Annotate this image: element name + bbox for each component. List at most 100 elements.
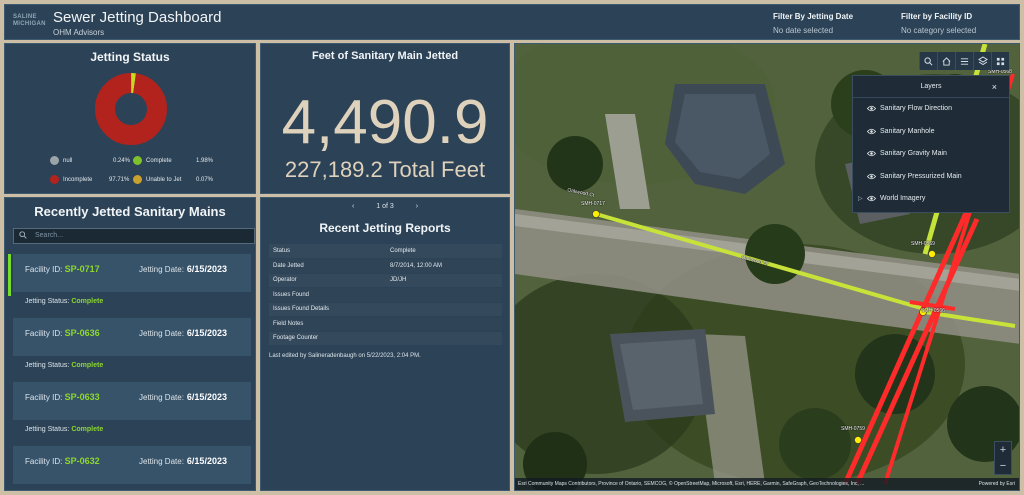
search-placeholder: Search... (35, 232, 64, 239)
legend-item-complete[interactable]: Complete 1.98% (133, 156, 223, 165)
filter-label: Filter By Jetting Date (773, 12, 854, 21)
eye-icon[interactable] (867, 105, 876, 112)
eye-icon[interactable] (867, 150, 876, 157)
facility-id-value: SP-0632 (64, 456, 100, 466)
expand-triangle-icon[interactable]: ▷ (858, 195, 863, 202)
jetting-status-field: Jetting Status: Complete (13, 484, 251, 491)
grid-icon (996, 57, 1005, 65)
facility-id-field: Facility ID: SP-0633 (25, 392, 100, 402)
facility-id-value: SP-0636 (64, 328, 100, 338)
layer-item[interactable]: Sanitary Flow Direction (853, 98, 1009, 121)
list-item[interactable]: Facility ID: SP-0717 Jetting Date: 6/15/20… (8, 254, 251, 312)
legend-item-null[interactable]: null 0.24% (50, 156, 130, 165)
jetting-status-label: Jetting Status: (25, 490, 69, 491)
report-field-value (386, 316, 502, 332)
map-attribution: Esri Community Maps Contributors, Provin… (515, 478, 1019, 490)
legend-pct: 97.71% (109, 177, 130, 183)
attribution-text: Esri Community Maps Contributors, Provin… (518, 481, 865, 487)
report-field-name: Field Notes (269, 316, 386, 332)
pager-next-button[interactable]: › (416, 203, 418, 210)
manhole-marker[interactable] (854, 436, 862, 444)
layers-title: Layers (853, 76, 1009, 98)
layer-item[interactable]: ▷ World Imagery (853, 188, 1009, 211)
legend-label: Unable to Jet (146, 177, 182, 184)
eye-icon[interactable] (867, 173, 876, 180)
powered-by-link[interactable]: Powered by Esri (979, 481, 1015, 487)
report-field-value (386, 287, 502, 303)
map-panel[interactable]: SMH-0717 SMH-0569 SMH-0566 SMH-0759 SMH-… (514, 43, 1020, 491)
search-tool-button[interactable] (919, 52, 937, 70)
manhole-marker[interactable] (928, 250, 936, 258)
jetting-status-value: Complete (71, 426, 104, 433)
panel-title: Jetting Status (90, 50, 170, 64)
jetting-status-field: Jetting Status: Complete (13, 420, 251, 440)
manhole-marker[interactable] (592, 210, 600, 218)
filter-value[interactable]: No date selected (773, 26, 853, 35)
report-field-value (386, 302, 502, 317)
filter-facility-id[interactable]: Filter by Facility ID No category select… (901, 12, 976, 35)
list-item[interactable]: Facility ID: SP-0633 Jetting Date: 6/15/20… (13, 382, 251, 440)
legend-item-unable-to-jet[interactable]: Unable to Jet 0.07% (133, 175, 223, 184)
facility-id-label: Facility ID: (25, 393, 63, 402)
layer-item[interactable]: Sanitary Manhole (853, 121, 1009, 144)
pie-slice-incomplete[interactable] (95, 73, 167, 145)
layer-item[interactable]: Sanitary Pressurized Main (853, 166, 1009, 189)
layer-list-button[interactable] (973, 52, 991, 70)
panel-title: Recent Jetting Reports (319, 221, 451, 235)
zoom-in-button[interactable]: + (995, 442, 1011, 458)
jetting-date-label: Jetting Date: (139, 457, 184, 466)
search-input[interactable]: Search... (13, 228, 255, 244)
panel-title: Feet of Sanitary Main Jetted (311, 50, 459, 62)
jetting-date-value: 6/15/2023 (186, 456, 227, 466)
filter-jetting-date[interactable]: Filter By Jetting Date No date selected (773, 12, 853, 35)
legend-label: Incomplete (63, 177, 93, 184)
status-donut-chart[interactable] (95, 73, 167, 145)
search-icon (924, 56, 933, 65)
layer-item[interactable]: Sanitary Gravity Main (853, 143, 1009, 166)
report-field-name: Footage Counter (269, 331, 386, 346)
layer-items: Sanitary Flow Direction Sanitary Manhole S… (853, 98, 1009, 211)
report-row: Issues Found Details (269, 302, 502, 317)
jetting-date-field: Jetting Date: 6/15/2023 (139, 264, 227, 274)
facility-id-value: SP-0633 (64, 392, 100, 402)
legend-button[interactable] (955, 52, 973, 70)
home-icon (942, 56, 951, 66)
legend-item-incomplete[interactable]: Incomplete 97.71% (50, 175, 130, 184)
jetting-date-label: Jetting Date: (139, 329, 184, 338)
report-row: Field Notes (269, 316, 502, 332)
list-item[interactable]: Facility ID: SP-0636 Jetting Date: 6/15/20… (13, 318, 251, 376)
jetting-date-field: Jetting Date: 6/15/2023 (139, 328, 227, 338)
search-icon (19, 231, 27, 239)
report-field-name: Issues Found Details (269, 302, 386, 317)
home-button[interactable] (937, 52, 955, 70)
layers-icon (977, 56, 988, 66)
jetting-date-field: Jetting Date: 6/15/2023 (139, 456, 227, 466)
eye-icon[interactable] (867, 195, 876, 202)
report-field-name: Issues Found (269, 287, 386, 303)
close-icon[interactable]: × (992, 82, 997, 92)
legend-swatch (133, 156, 142, 165)
jetting-date-value: 6/15/2023 (186, 328, 227, 338)
list-item[interactable]: Facility ID: SP-0632 Jetting Date: 6/15/20… (13, 446, 251, 491)
jetting-date-label: Jetting Date: (139, 265, 184, 274)
jetting-status-value: Complete (71, 298, 104, 305)
legend-swatch (133, 175, 142, 184)
report-row: Date Jetted 8/7/2014, 12:00 AM (269, 258, 502, 274)
zoom-out-button[interactable]: − (995, 458, 1011, 474)
legend-pct: 0.07% (196, 177, 214, 183)
layer-list-popup: Layers × Sanitary Flow Direction Sanitary… (852, 75, 1010, 213)
legend-label: Complete (146, 158, 172, 165)
jetting-date-label: Jetting Date: (139, 393, 184, 402)
feet-jetted-value: 4,490.9 (281, 88, 489, 157)
jetting-status-field: Jetting Status: Complete (13, 292, 251, 312)
basemap-button[interactable] (991, 52, 1009, 70)
report-field-value: 8/7/2014, 12:00 AM (386, 258, 502, 274)
report-field-name: Status (269, 244, 386, 259)
pager-prev-button[interactable]: ‹ (352, 203, 354, 210)
layer-label: World Imagery (880, 195, 926, 202)
facility-id-label: Facility ID: (25, 457, 63, 466)
filter-value[interactable]: No category selected (901, 26, 976, 35)
eye-icon[interactable] (867, 128, 876, 135)
facility-id-label: Facility ID: (25, 329, 63, 338)
jetting-status-value: Complete (71, 490, 103, 491)
